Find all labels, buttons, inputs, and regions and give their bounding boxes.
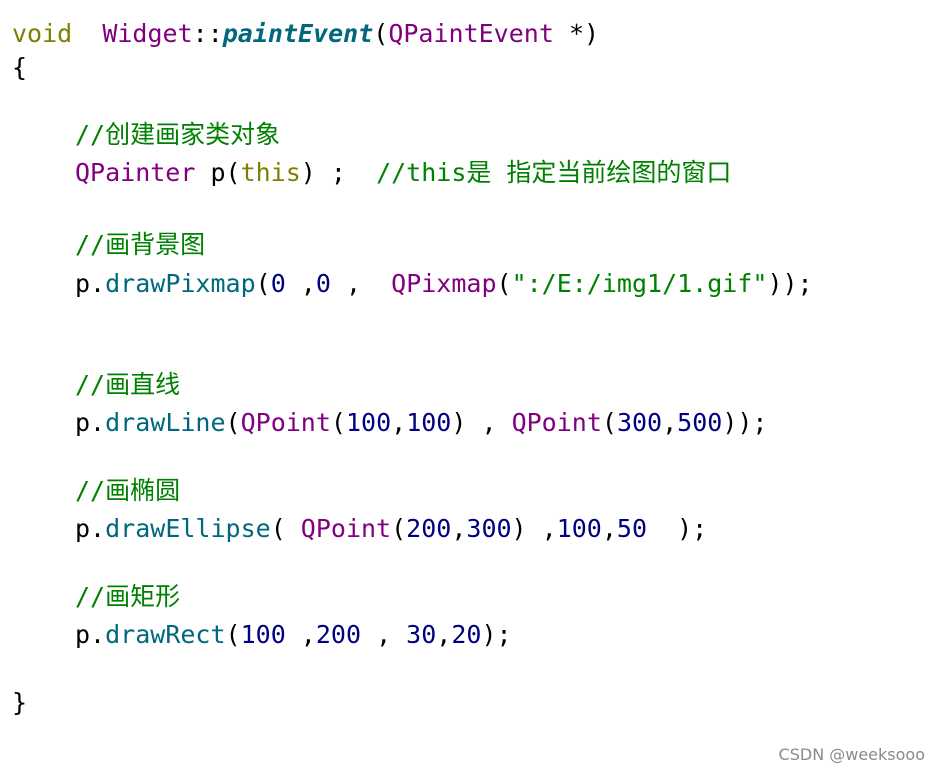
- open-paren: (: [330, 408, 346, 437]
- number: 100: [556, 514, 602, 543]
- number: 0: [270, 269, 286, 298]
- comment-this-window: //this是 指定当前绘图的窗口: [376, 158, 732, 187]
- object-p: p.: [75, 408, 106, 437]
- comma: ,: [662, 408, 678, 437]
- class-name-widget: Widget: [102, 19, 193, 48]
- open-paren: (: [225, 620, 241, 649]
- scope-operator: ::: [192, 19, 223, 48]
- method-draw-line: drawLine: [105, 408, 226, 437]
- number: 300: [466, 514, 512, 543]
- number: 500: [677, 408, 723, 437]
- number: 50: [616, 514, 648, 543]
- class-name-qpoint: QPoint: [300, 514, 392, 543]
- code-line-draw-line: p.drawLine(QPoint(100,100) , QPoint(300,…: [75, 406, 767, 440]
- separator: ,: [285, 620, 316, 649]
- statement-end: );: [481, 620, 512, 649]
- comma: ,: [451, 514, 467, 543]
- object-p: p.: [75, 269, 106, 298]
- number: 100: [345, 408, 392, 437]
- code-line-draw-ellipse: p.drawEllipse( QPoint(200,300) ,100,50 )…: [75, 512, 707, 546]
- class-name-qpixmap: QPixmap: [391, 269, 497, 298]
- comment-draw-line: //画直线: [75, 370, 181, 399]
- comment-create-painter: //创建画家类对象: [75, 120, 281, 149]
- separator: ,: [361, 620, 407, 649]
- comma: ,: [436, 620, 452, 649]
- statement-end: ));: [767, 269, 813, 298]
- param-pointer: *): [553, 19, 600, 48]
- statement-end: ));: [722, 408, 768, 437]
- close-paren: ) ,: [511, 514, 557, 543]
- open-paren: (: [225, 408, 241, 437]
- var-decl: p(: [195, 158, 241, 187]
- open-paren: (: [373, 19, 389, 48]
- number: 100: [240, 620, 286, 649]
- comment-draw-ellipse: //画椭圆: [75, 476, 181, 505]
- class-name-qpoint: QPoint: [240, 408, 331, 437]
- code-line-qpainter: QPainter p(this) ; //this是 指定当前绘图的窗口: [75, 156, 731, 190]
- code-line-function-signature: void Widget::paintEvent(QPaintEvent *): [12, 17, 599, 51]
- watermark: CSDN @weeksooo: [778, 745, 925, 764]
- object-p: p.: [75, 620, 106, 649]
- function-name-paint-event: paintEvent: [222, 19, 374, 48]
- method-draw-rect: drawRect: [105, 620, 226, 649]
- keyword-void: void: [12, 19, 73, 48]
- code-line-draw-pixmap: p.drawPixmap(0 ,0 , QPixmap(":/E:/img1/1…: [75, 267, 813, 301]
- number: 300: [616, 408, 663, 437]
- open-paren: (: [391, 514, 407, 543]
- class-name-qpoint: QPoint: [511, 408, 602, 437]
- statement-end: );: [647, 514, 708, 543]
- close-paren: ) ,: [451, 408, 512, 437]
- number: 0: [315, 269, 331, 298]
- comma: ,: [391, 408, 407, 437]
- statement-end: ) ;: [300, 158, 377, 187]
- method-draw-pixmap: drawPixmap: [105, 269, 256, 298]
- code-line-draw-rect: p.drawRect(100 ,200 , 30,20);: [75, 618, 512, 652]
- class-name-qpainter: QPainter: [75, 158, 196, 187]
- comment-draw-rect: //画矩形: [75, 582, 181, 611]
- string-literal-path: ":/E:/img1/1.gif": [511, 269, 768, 298]
- keyword-this: this: [240, 158, 301, 187]
- number: 100: [406, 408, 452, 437]
- open-paren: (: [601, 408, 617, 437]
- number: 30: [406, 620, 437, 649]
- number: 20: [451, 620, 482, 649]
- object-p: p.: [75, 514, 106, 543]
- open-paren: (: [270, 514, 301, 543]
- method-draw-ellipse: drawEllipse: [105, 514, 271, 543]
- code-editor: void Widget::paintEvent(QPaintEvent *) {…: [0, 0, 939, 772]
- number: 200: [406, 514, 452, 543]
- param-type-qpaintevent: QPaintEvent: [388, 19, 554, 48]
- comment-draw-background: //画背景图: [75, 230, 206, 259]
- open-paren: (: [496, 269, 512, 298]
- code-line-close-brace: }: [12, 688, 28, 717]
- separator: ,: [285, 269, 316, 298]
- number: 200: [315, 620, 362, 649]
- comma: ,: [601, 514, 617, 543]
- open-paren: (: [255, 269, 271, 298]
- code-line-open-brace: {: [12, 53, 28, 82]
- separator: ,: [330, 269, 392, 298]
